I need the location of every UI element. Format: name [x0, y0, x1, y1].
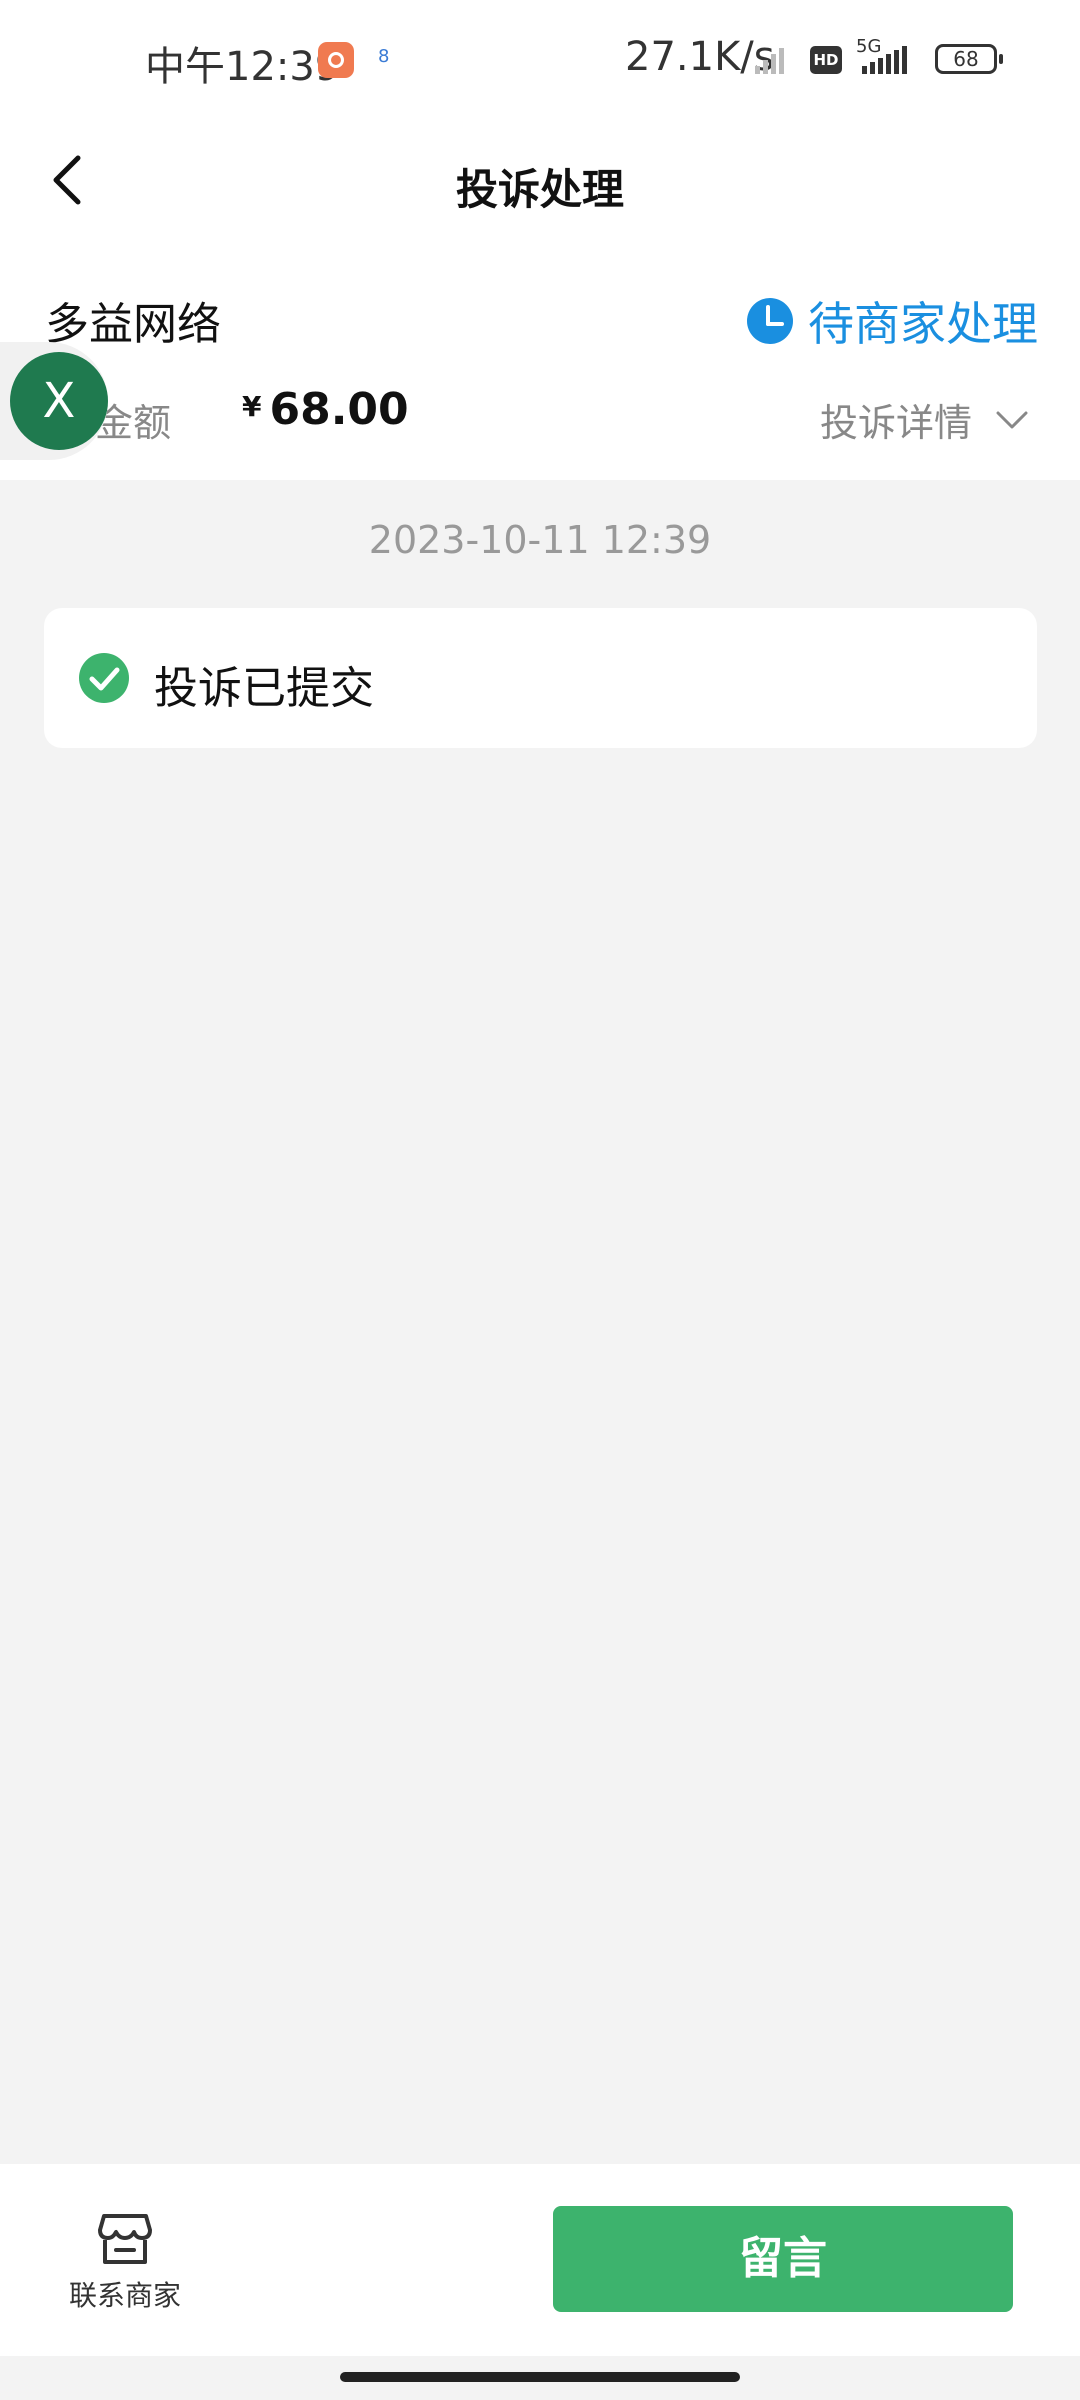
- network-speed: 27.1K/s: [625, 34, 775, 80]
- leave-message-button[interactable]: 留言: [553, 2206, 1013, 2312]
- check-circle-icon: [79, 653, 129, 703]
- amount-value: ¥68.00: [242, 384, 409, 435]
- hd-badge: HD: [810, 46, 842, 74]
- contact-merchant-label: 联系商家: [68, 2279, 181, 2312]
- chevron-down-icon: [996, 411, 1028, 428]
- complaint-status: 待商家处理: [746, 288, 1038, 354]
- status-text: 待商家处理: [808, 297, 1038, 351]
- mini-notification-badge: 8: [378, 46, 390, 67]
- floating-shortcut-letter: X: [10, 352, 108, 450]
- amount-number: 68.00: [269, 384, 409, 435]
- bottom-action-bar: 联系商家 留言: [0, 2164, 1080, 2356]
- page-title: 投诉处理: [455, 165, 624, 214]
- complaint-detail-toggle[interactable]: 投诉详情: [820, 392, 1030, 447]
- nav-bar: 投诉处理: [0, 120, 1080, 240]
- status-bar: 中午12:39 8 27.1K/s HD 5G 68: [0, 0, 1080, 120]
- store-icon: [98, 2214, 152, 2264]
- home-indicator[interactable]: [340, 2372, 740, 2382]
- timeline-card: 投诉已提交: [44, 608, 1037, 748]
- merchant-name: 多益网络: [45, 299, 221, 350]
- battery-icon: 68: [935, 44, 1003, 74]
- complaint-detail-label: 投诉详情: [819, 401, 972, 445]
- complaint-summary: 多益网络 待商家处理 金额 ¥68.00 投诉详情: [0, 240, 1080, 480]
- clock-icon: [747, 298, 793, 344]
- status-time: 中午12:39: [145, 44, 341, 90]
- app-notification-icon: [318, 42, 354, 78]
- wifi-signal-icon: [755, 46, 784, 74]
- contact-merchant-button[interactable]: 联系商家: [60, 2210, 190, 2314]
- timeline-event: 投诉已提交: [154, 663, 374, 714]
- currency-symbol: ¥: [242, 390, 262, 423]
- timeline-timestamp: 2023-10-11 12:39: [368, 518, 712, 562]
- cell-signal-icon: [862, 46, 907, 74]
